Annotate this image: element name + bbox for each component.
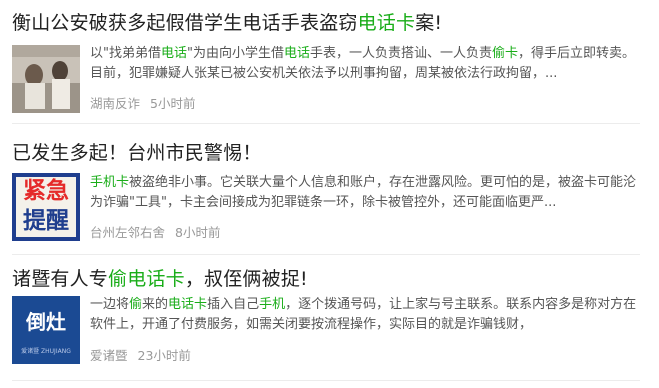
article-thumbnail[interactable]: [12, 45, 80, 113]
article-card[interactable]: 已发生多起！台州市民警惕！ 紧急 提醒 手机卡被盗绝非小事。它关联大量个人信息和…: [0, 140, 659, 250]
article-card[interactable]: 诸暨有人专偷电话卡，叔侄俩被捉! 倒灶 爱诸暨 ZHUJIANG 一边将偷来的电…: [0, 266, 659, 376]
thumbnail-caption: 爱诸暨 ZHUJIANG: [21, 348, 71, 355]
title-highlight: 偷电话卡: [108, 268, 185, 290]
article-card[interactable]: 衡山公安破获多起假借学生电话手表盗窃电话卡案! 以"找弟弟借电话"为由向小学生借…: [0, 10, 659, 120]
divider: [12, 380, 640, 381]
source-name[interactable]: 台州左邻右舍: [90, 225, 165, 240]
source-name[interactable]: 湖南反诈: [90, 96, 140, 111]
title-text: 诸暨有人专: [12, 268, 109, 290]
title-text: 衡山公安破获多起假借学生电话手表盗窃: [12, 12, 358, 34]
article-snippet: 以"找弟弟借电话"为由向小学生借电话手表，一人负责搭讪、一人负责偷卡，得手后立即…: [90, 46, 636, 81]
thumbnail-text: 紧急: [23, 178, 69, 204]
news-feed: 衡山公安破获多起假借学生电话手表盗窃电话卡案! 以"找弟弟借电话"为由向小学生借…: [0, 0, 659, 388]
publish-time: 5小时前: [150, 96, 196, 111]
divider: [12, 254, 640, 255]
photo-image: [12, 45, 80, 113]
divider: [12, 123, 640, 124]
thumbnail-text: 倒灶: [26, 310, 66, 334]
title-text: 已发生多起！台州市民警惕！: [12, 142, 262, 164]
article-title[interactable]: 已发生多起！台州市民警惕！: [12, 140, 262, 166]
article-snippet: 手机卡被盗绝非小事。它关联大量个人信息和账户，存在泄露风险。更可怕的是，被盗卡可…: [90, 175, 637, 210]
title-highlight: 电话卡: [357, 12, 416, 34]
article-thumbnail[interactable]: 倒灶 爱诸暨 ZHUJIANG: [12, 296, 80, 364]
article-snippet: 一边将偷来的电话卡插入自己手机，逐个拨通号码，让上家与号主联系。联系内容多是称对…: [90, 297, 637, 332]
article-meta: 台州左邻右舍 8小时前: [90, 222, 220, 241]
article-title[interactable]: 诸暨有人专偷电话卡，叔侄俩被捉!: [12, 266, 308, 292]
article-meta: 爱诸暨 23小时前: [90, 345, 191, 364]
title-text: ，叔侄俩被捉!: [184, 268, 308, 290]
source-name[interactable]: 爱诸暨: [90, 348, 128, 363]
article-title[interactable]: 衡山公安破获多起假借学生电话手表盗窃电话卡案!: [12, 10, 442, 36]
publish-time: 23小时前: [137, 348, 191, 363]
article-thumbnail[interactable]: 紧急 提醒: [12, 173, 80, 241]
title-text: 案!: [415, 12, 443, 34]
thumbnail-text: 提醒: [23, 208, 69, 234]
article-meta: 湖南反诈 5小时前: [90, 93, 195, 112]
publish-time: 8小时前: [175, 225, 221, 240]
